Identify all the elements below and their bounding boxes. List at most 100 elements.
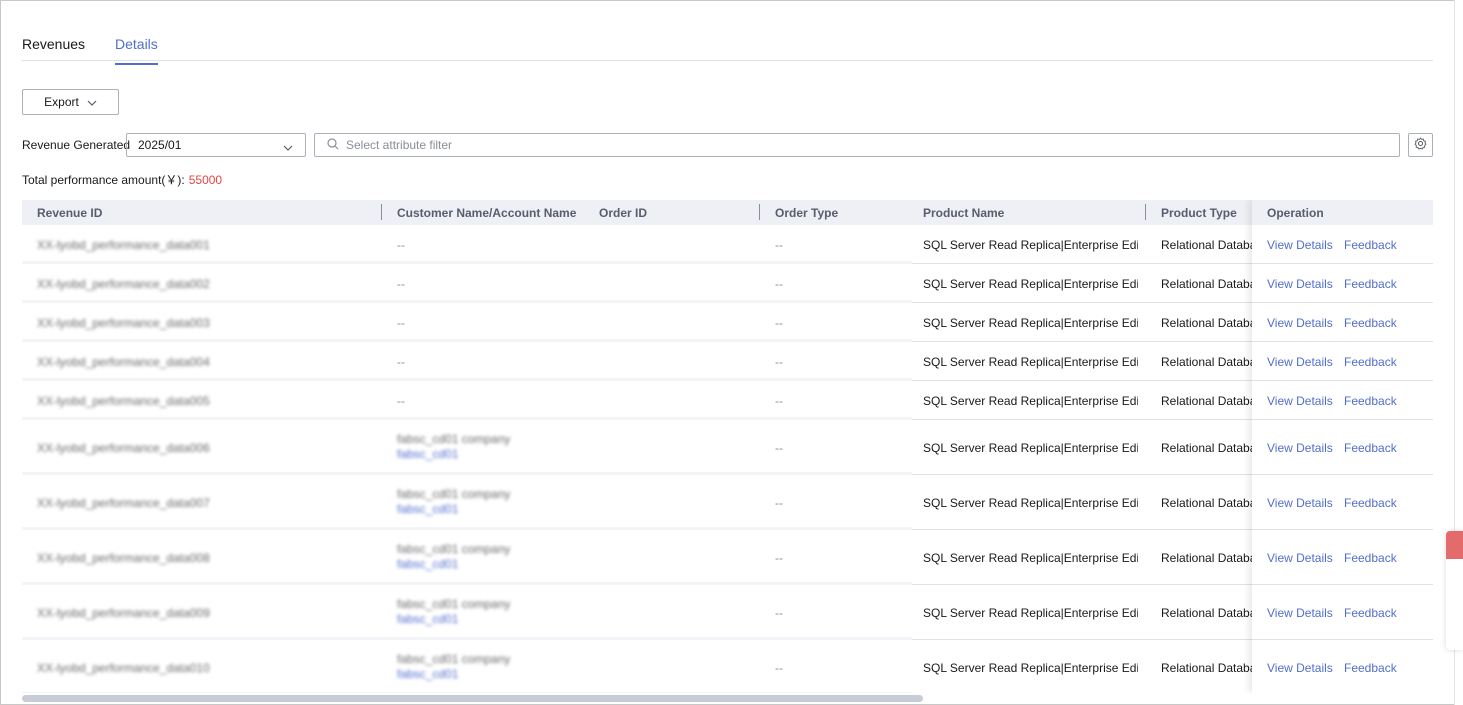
operation-cell: View Details Feedback bbox=[1252, 640, 1433, 693]
account-name-link[interactable]: fabsc_cd01 bbox=[397, 612, 458, 626]
search-icon bbox=[327, 137, 339, 153]
revenue-id-cell: XX-lyobd_performance_data007 bbox=[37, 495, 210, 510]
column-header-order-id: Order ID bbox=[599, 206, 648, 220]
table-row[interactable]: XX-lyobd_performance_data009 fabsc_cd01 c… bbox=[22, 585, 1433, 640]
view-details-link[interactable]: View Details bbox=[1267, 661, 1333, 675]
customer-name-cell: -- bbox=[397, 393, 405, 408]
product-name-cell: SQL Server Read Replica|Enterprise Edit.… bbox=[923, 315, 1138, 330]
view-details-link[interactable]: View Details bbox=[1267, 238, 1333, 252]
floating-toolbar[interactable] bbox=[1446, 531, 1463, 650]
customer-name-cell: fabsc_cd01 company bbox=[397, 487, 511, 501]
column-header-customer: Customer Name/Account Name bbox=[397, 206, 577, 220]
view-details-link[interactable]: View Details bbox=[1267, 277, 1333, 291]
attribute-filter[interactable] bbox=[314, 133, 1400, 157]
customer-name-cell: -- bbox=[397, 276, 405, 291]
total-amount: 55000 bbox=[188, 173, 223, 187]
month-select-value: 2025/01 bbox=[138, 138, 182, 152]
product-name-cell: SQL Server Read Replica|Enterprise Edit.… bbox=[923, 354, 1138, 369]
customer-name-cell: -- bbox=[397, 354, 405, 369]
table-row[interactable]: XX-lyobd_performance_data005 -- -- SQL Serv… bbox=[22, 381, 1433, 420]
product-type-cell: Relational Databas bbox=[1161, 440, 1252, 455]
view-details-link[interactable]: View Details bbox=[1267, 316, 1333, 330]
customer-name-cell: fabsc_cd01 company bbox=[397, 652, 511, 666]
product-name-cell: SQL Server Read Replica|Enterprise Edit.… bbox=[923, 660, 1138, 675]
floating-toolbar-primary-button[interactable] bbox=[1446, 531, 1463, 559]
view-details-link[interactable]: View Details bbox=[1267, 606, 1333, 620]
view-details-link[interactable]: View Details bbox=[1267, 551, 1333, 565]
feedback-link[interactable]: Feedback bbox=[1344, 551, 1397, 565]
column-header-product-type: Product Type bbox=[1161, 206, 1237, 220]
order-type-cell: -- bbox=[775, 605, 783, 620]
table-row[interactable]: XX-lyobd_performance_data008 fabsc_cd01 c… bbox=[22, 530, 1433, 585]
revenue-id-cell: XX-lyobd_performance_data005 bbox=[37, 393, 210, 408]
table-row[interactable]: XX-lyobd_performance_data001 -- -- SQL Serv… bbox=[22, 225, 1433, 264]
view-details-link[interactable]: View Details bbox=[1267, 441, 1333, 455]
column-resizer[interactable] bbox=[1145, 204, 1146, 220]
customer-name-cell: -- bbox=[397, 237, 405, 252]
export-button[interactable]: Export bbox=[22, 89, 119, 115]
tab-details[interactable]: Details bbox=[115, 36, 158, 65]
feedback-link[interactable]: Feedback bbox=[1344, 238, 1397, 252]
table-row[interactable]: XX-lyobd_performance_data003 -- -- SQL Serv… bbox=[22, 303, 1433, 342]
tab-revenues[interactable]: Revenues bbox=[22, 36, 85, 63]
column-resizer[interactable] bbox=[381, 204, 382, 220]
revenue-id-cell: XX-lyobd_performance_data001 bbox=[37, 237, 210, 252]
feedback-link[interactable]: Feedback bbox=[1344, 355, 1397, 369]
account-name-link[interactable]: fabsc_cd01 bbox=[397, 667, 458, 681]
operation-cell: View Details Feedback bbox=[1252, 475, 1433, 530]
product-type-cell: Relational Databas bbox=[1161, 495, 1252, 510]
order-type-cell: -- bbox=[775, 495, 783, 510]
attribute-filter-input[interactable] bbox=[346, 138, 1246, 152]
product-type-cell: Relational Databas bbox=[1161, 276, 1252, 291]
month-select[interactable]: 2025/01 bbox=[126, 133, 306, 157]
operation-cell: View Details Feedback bbox=[1252, 342, 1433, 381]
settings-button[interactable] bbox=[1408, 133, 1433, 157]
table-row[interactable]: XX-lyobd_performance_data006 fabsc_cd01 c… bbox=[22, 420, 1433, 475]
product-type-cell: Relational Databas bbox=[1161, 605, 1252, 620]
product-type-cell: Relational Databas bbox=[1161, 393, 1252, 408]
customer-name-cell: fabsc_cd01 company bbox=[397, 542, 511, 556]
column-header-revenue-id: Revenue ID bbox=[37, 206, 103, 220]
table-row[interactable]: XX-lyobd_performance_data007 fabsc_cd01 c… bbox=[22, 475, 1433, 530]
total-label: Total performance amount(￥): bbox=[22, 173, 185, 187]
product-type-cell: Relational Databas bbox=[1161, 315, 1252, 330]
feedback-link[interactable]: Feedback bbox=[1344, 606, 1397, 620]
operation-cell: View Details Feedback bbox=[1252, 225, 1433, 264]
order-type-cell: -- bbox=[775, 354, 783, 369]
column-resizer[interactable] bbox=[759, 204, 760, 220]
feedback-link[interactable]: Feedback bbox=[1344, 277, 1397, 291]
product-type-cell: Relational Databas bbox=[1161, 660, 1252, 675]
horizontal-scrollbar[interactable] bbox=[22, 695, 923, 702]
account-name-link[interactable]: fabsc_cd01 bbox=[397, 557, 458, 571]
table-row[interactable]: XX-lyobd_performance_data004 -- -- SQL Serv… bbox=[22, 342, 1433, 381]
feedback-link[interactable]: Feedback bbox=[1344, 441, 1397, 455]
operation-cell: View Details Feedback bbox=[1252, 420, 1433, 475]
account-name-link[interactable]: fabsc_cd01 bbox=[397, 447, 458, 461]
feedback-link[interactable]: Feedback bbox=[1344, 316, 1397, 330]
product-name-cell: SQL Server Read Replica|Enterprise Edit.… bbox=[923, 495, 1138, 510]
column-header-order-type: Order Type bbox=[775, 206, 839, 220]
feedback-link[interactable]: Feedback bbox=[1344, 661, 1397, 675]
order-type-cell: -- bbox=[775, 276, 783, 291]
table-row[interactable]: XX-lyobd_performance_data002 -- -- SQL Serv… bbox=[22, 264, 1433, 303]
row-separator bbox=[22, 692, 912, 693]
operation-cell: View Details Feedback bbox=[1252, 303, 1433, 342]
view-details-link[interactable]: View Details bbox=[1267, 496, 1333, 510]
view-details-link[interactable]: View Details bbox=[1267, 355, 1333, 369]
product-name-cell: SQL Server Read Replica|Enterprise Edit.… bbox=[923, 393, 1138, 408]
operation-cell: View Details Feedback bbox=[1252, 530, 1433, 585]
operation-column: Operation View Details Feedback View Detai… bbox=[1252, 200, 1433, 693]
revenue-id-cell: XX-lyobd_performance_data006 bbox=[37, 440, 210, 455]
product-name-cell: SQL Server Read Replica|Enterprise Edit.… bbox=[923, 440, 1138, 455]
total-performance: Total performance amount(￥): 55000 bbox=[22, 171, 222, 188]
account-name-link[interactable]: fabsc_cd01 bbox=[397, 502, 458, 516]
order-type-cell: -- bbox=[775, 393, 783, 408]
view-details-link[interactable]: View Details bbox=[1267, 394, 1333, 408]
order-type-cell: -- bbox=[775, 660, 783, 675]
feedback-link[interactable]: Feedback bbox=[1344, 496, 1397, 510]
chevron-down-icon bbox=[283, 140, 293, 154]
table-row[interactable]: XX-lyobd_performance_data010 fabsc_cd01 c… bbox=[22, 640, 1433, 693]
revenue-id-cell: XX-lyobd_performance_data010 bbox=[37, 660, 210, 675]
feedback-link[interactable]: Feedback bbox=[1344, 394, 1397, 408]
customer-name-cell: fabsc_cd01 company bbox=[397, 432, 511, 446]
